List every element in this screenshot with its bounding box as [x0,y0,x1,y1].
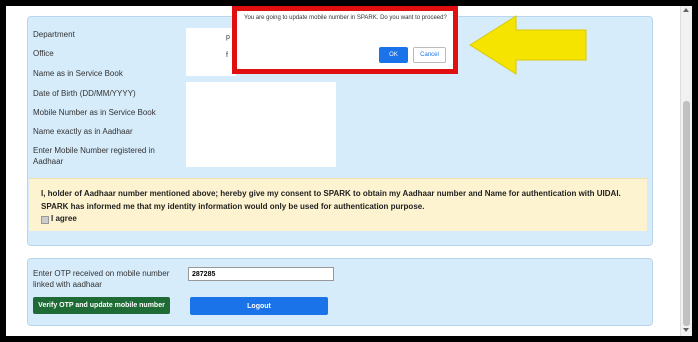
details-values-box [186,82,336,167]
scrollbar-thumb[interactable] [683,101,690,326]
label-department: Department [33,30,75,39]
label-aadhaar-mobile: Enter Mobile Number registered in Aadhaa… [33,146,155,166]
vertical-scrollbar[interactable] [680,6,692,336]
label-service-book-name: Name as in Service Book [33,69,123,78]
label-service-book-mobile: Mobile Number as in Service Book [33,108,156,117]
scroll-down-icon[interactable] [683,328,689,332]
department-value: p [226,34,230,41]
label-aadhaar-name: Name exactly as in Aadhaar [33,127,133,136]
cancel-button[interactable]: Cancel [413,47,446,63]
aadhaar-consent-box: I, holder of Aadhaar number mentioned ab… [29,178,647,231]
logout-button[interactable]: Logout [190,297,328,315]
agree-checkbox[interactable] [41,216,49,224]
confirm-dialog: You are going to update mobile number in… [232,6,458,74]
dialog-message: You are going to update mobile number in… [244,15,447,21]
otp-label: Enter OTP received on mobile number link… [33,269,170,289]
otp-input[interactable] [188,267,334,281]
verify-otp-button[interactable]: Verify OTP and update mobile number [33,297,170,314]
agree-label: I agree [51,214,77,223]
label-office: Office [33,49,54,58]
scroll-up-icon[interactable] [683,8,689,12]
label-date-of-birth: Date of Birth (DD/MM/YYYY) [33,89,136,98]
yellow-arrow-icon [469,15,587,75]
office-value: f [226,52,228,59]
ok-button[interactable]: OK [379,47,408,63]
consent-text: I, holder of Aadhaar number mentioned ab… [41,189,621,211]
